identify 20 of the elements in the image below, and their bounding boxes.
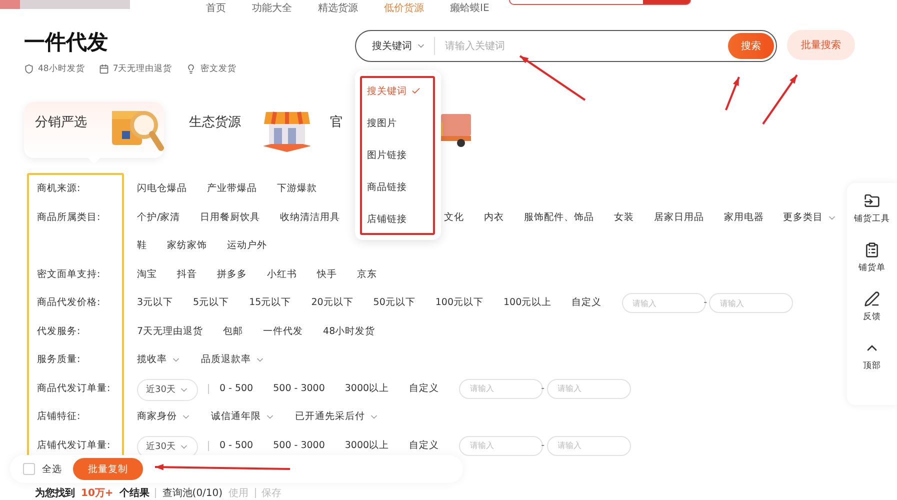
feature-label: 48小时发货 (38, 63, 85, 75)
range-dash: - (704, 296, 708, 310)
filter-label: 店铺代发订单量: (37, 438, 112, 452)
feature-label: 7天无理由退货 (112, 63, 172, 75)
filter-label: 商品所属类目: (37, 210, 102, 224)
filter-label: 店铺特征: (37, 410, 82, 424)
results-count: 10万+ (81, 487, 114, 500)
results-label: 为您找到 (35, 486, 75, 500)
range-dash: - (541, 382, 545, 396)
results-label: 个结果 (119, 486, 150, 500)
range-dash: - (541, 438, 545, 452)
filter-label: 服务质量: (37, 353, 82, 367)
filter-label: 商机来源: (37, 182, 82, 196)
page-title: 一件代发 (24, 29, 109, 56)
filter-label: 代发服务: (37, 324, 82, 338)
feature-label: 密文发货 (200, 63, 236, 75)
select-all-label: 全选 (42, 462, 62, 476)
filter-label: 商品代发价格: (37, 296, 102, 310)
filter-label: 密文面单支持: (37, 268, 102, 282)
filter-label: 商品代发订单量: (37, 382, 112, 396)
